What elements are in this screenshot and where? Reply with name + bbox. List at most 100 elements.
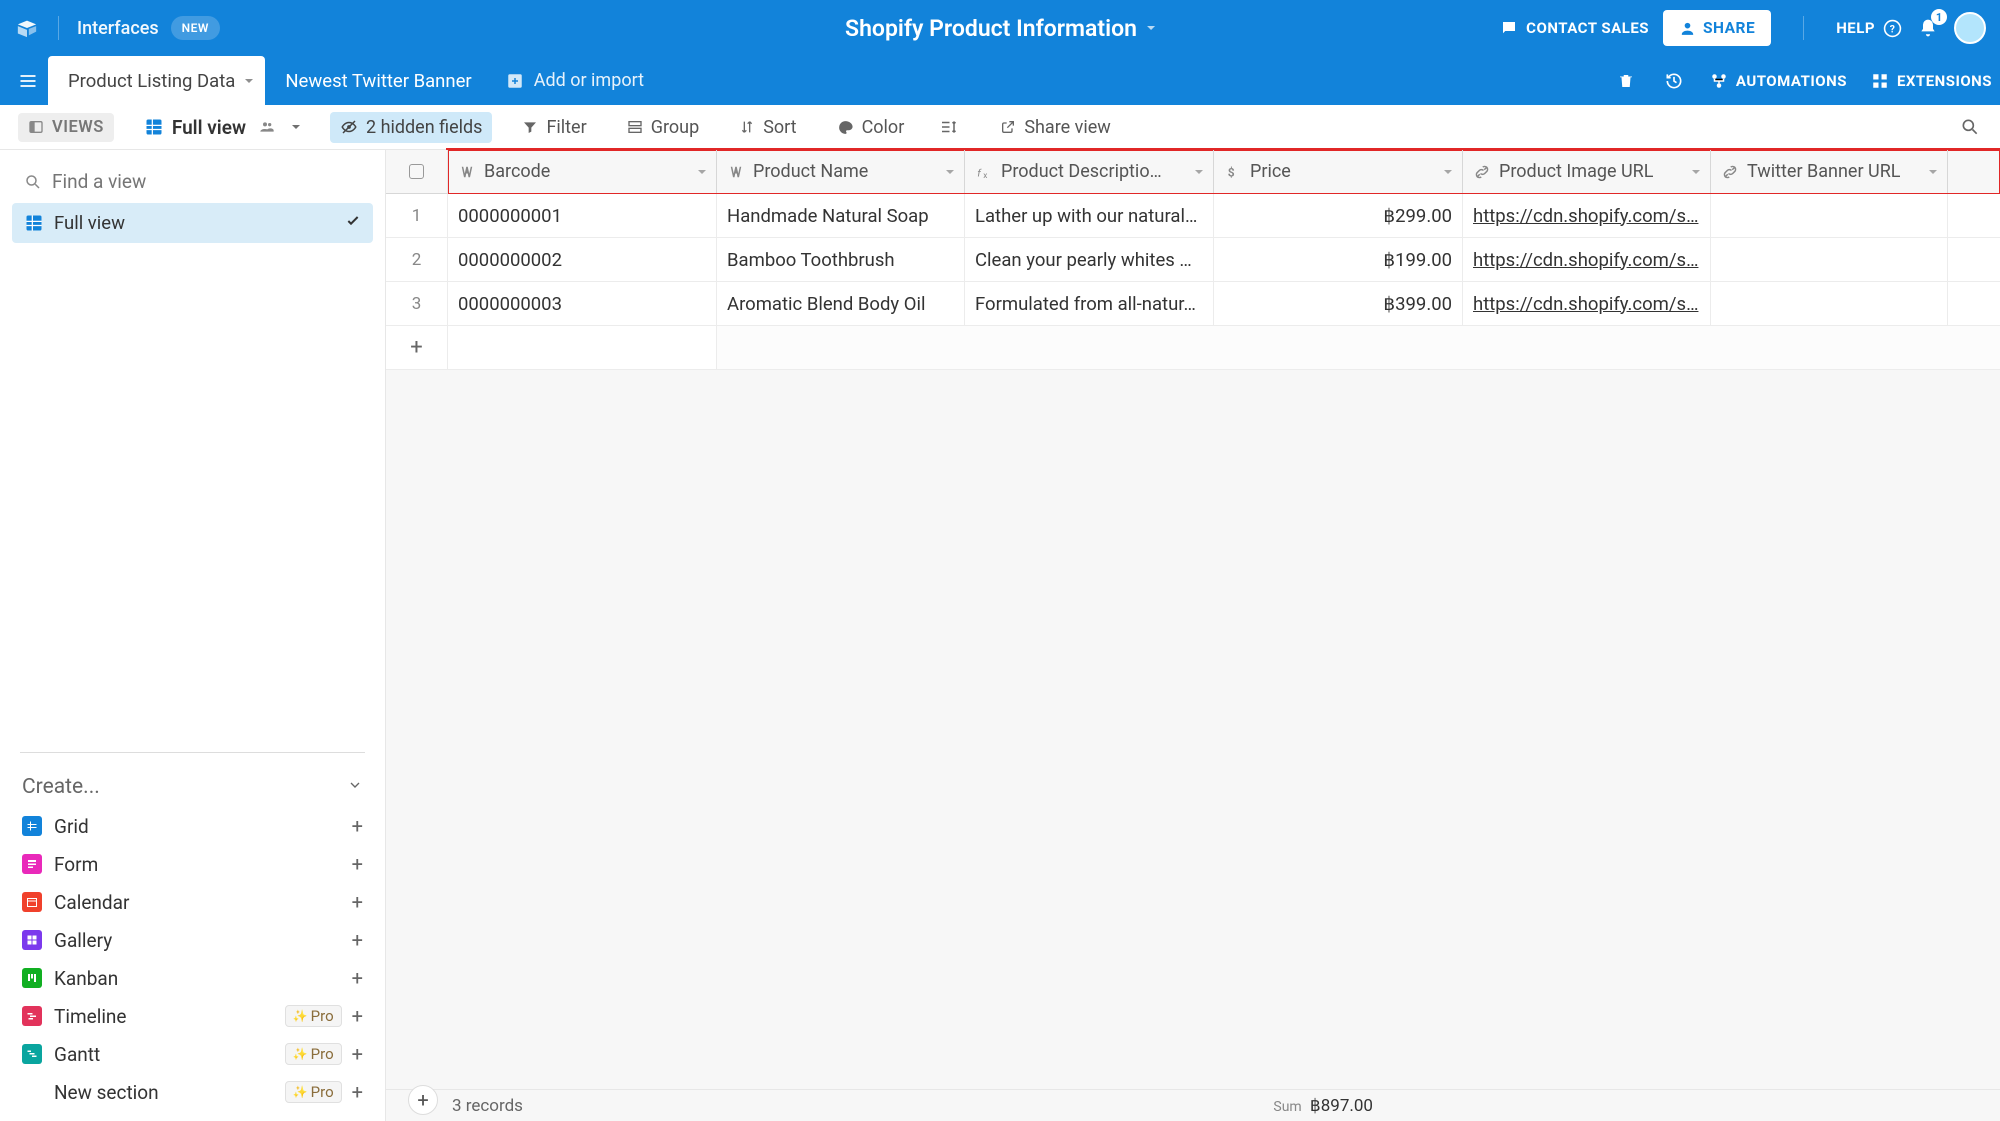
grid-header-row: Barcode Product Name fxProduct Descriptio…… (448, 150, 2000, 194)
filter-icon (522, 119, 538, 135)
trash-button[interactable] (1614, 69, 1638, 93)
column-header-c1[interactable]: Product Name (717, 150, 965, 193)
extensions-button[interactable]: EXTENSIONS (1871, 72, 1992, 90)
user-avatar[interactable] (1954, 12, 1986, 44)
sort-icon (739, 119, 755, 135)
trash-icon (1617, 72, 1635, 90)
cell-product-name[interactable]: Handmade Natural Soap (717, 194, 965, 237)
search-icon (1960, 117, 1980, 137)
sort-label: Sort (763, 117, 796, 138)
help-button[interactable]: HELP ? (1836, 19, 1902, 38)
contact-sales-button[interactable]: CONTACT SALES (1500, 19, 1649, 37)
cell-price[interactable]: ฿199.00 (1214, 238, 1463, 281)
cell-twitter-url[interactable] (1711, 238, 1948, 281)
column-header-c0[interactable]: Barcode (448, 150, 717, 193)
plus-icon: + (352, 852, 363, 876)
view-name: Full view (172, 116, 246, 139)
filter-label: Filter (546, 117, 586, 138)
svg-text:x: x (983, 171, 987, 181)
filter-button[interactable]: Filter (512, 112, 596, 143)
add-row[interactable]: + (386, 326, 2000, 370)
notification-count: 1 (1931, 9, 1947, 25)
tables-menu-button[interactable] (8, 61, 48, 101)
notifications-button[interactable]: 1 (1916, 16, 1940, 40)
cell-image-url[interactable]: https://cdn.shopify.com/s… (1463, 194, 1711, 237)
timeline-icon (22, 1006, 42, 1026)
create-gantt[interactable]: Gantt Pro + (12, 1035, 373, 1073)
view-item[interactable]: Full view (12, 203, 373, 243)
interfaces-link[interactable]: Interfaces (77, 18, 159, 39)
create-timeline[interactable]: Timeline Pro + (12, 997, 373, 1035)
tables-bar-right: AUTOMATIONS EXTENSIONS (1614, 69, 1992, 93)
create-grid[interactable]: Grid + (12, 807, 373, 845)
hidden-fields-button[interactable]: 2 hidden fields (330, 112, 492, 143)
cell-description[interactable]: Clean your pearly whites … (965, 238, 1214, 281)
cell-price[interactable]: ฿299.00 (1214, 194, 1463, 237)
cell-product-name[interactable]: Bamboo Toothbrush (717, 238, 965, 281)
add-record-button[interactable]: + (408, 1085, 438, 1115)
history-button[interactable] (1662, 69, 1686, 93)
table-row[interactable]: 10000000001Handmade Natural SoapLather u… (386, 194, 2000, 238)
row-number: 3 (386, 282, 448, 325)
top-right: CONTACT SALES SHARE HELP ? 1 (1500, 10, 1986, 46)
extensions-icon (1871, 72, 1889, 90)
table-row[interactable]: 20000000002Bamboo ToothbrushClean your p… (386, 238, 2000, 282)
chevron-down-icon (1929, 170, 1937, 174)
base-title-wrap[interactable]: Shopify Product Information (845, 15, 1155, 42)
help-label: HELP (1836, 19, 1875, 37)
cell-barcode[interactable]: 0000000003 (448, 282, 717, 325)
create-kanban[interactable]: Kanban + (12, 959, 373, 997)
chevron-down-icon (1692, 170, 1700, 174)
search-button[interactable] (1958, 115, 1982, 139)
create-gallery[interactable]: Gallery + (12, 921, 373, 959)
group-button[interactable]: Group (617, 112, 709, 143)
automations-button[interactable]: AUTOMATIONS (1710, 72, 1847, 90)
add-or-import-button[interactable]: Add or import (506, 70, 644, 91)
airtable-logo-icon[interactable] (14, 17, 40, 39)
share-view-button[interactable]: Share view (990, 112, 1121, 143)
cell-image-url[interactable]: https://cdn.shopify.com/s… (1463, 238, 1711, 281)
share-button[interactable]: SHARE (1663, 10, 1771, 46)
color-button[interactable]: Color (827, 112, 915, 143)
find-view-wrap[interactable] (12, 160, 373, 203)
views-label: VIEWS (52, 118, 104, 137)
select-all-cell[interactable] (386, 150, 448, 194)
column-header-c4[interactable]: Product Image URL (1463, 150, 1711, 193)
chevron-down-icon (347, 775, 363, 799)
create-label: Create... (22, 775, 100, 799)
view-item-label: Full view (54, 212, 125, 234)
table-tab-active[interactable]: Product Listing Data (48, 56, 265, 105)
cell-twitter-url[interactable] (1711, 194, 1948, 237)
cell-barcode[interactable]: 0000000002 (448, 238, 717, 281)
view-switcher[interactable]: Full view (134, 111, 310, 144)
table-tab[interactable]: Newest Twitter Banner (265, 56, 483, 105)
cell-price[interactable]: ฿399.00 (1214, 282, 1463, 325)
check-icon (345, 212, 361, 234)
create-item-label: Gallery (54, 929, 112, 952)
create-section-toggle[interactable]: Create... (12, 767, 373, 807)
new-badge: NEW (171, 16, 220, 40)
create-item-label: Timeline (54, 1005, 127, 1028)
cell-twitter-url[interactable] (1711, 282, 1948, 325)
find-view-input[interactable] (52, 170, 361, 193)
create-new-section[interactable]: New section Pro + (12, 1073, 373, 1111)
cell-image-url[interactable]: https://cdn.shopify.com/s… (1463, 282, 1711, 325)
sidebar-icon (28, 119, 44, 135)
cell-description[interactable]: Formulated from all-natur… (965, 282, 1214, 325)
divider (20, 752, 365, 753)
views-button[interactable]: VIEWS (18, 113, 114, 142)
cell-barcode[interactable]: 0000000001 (448, 194, 717, 237)
cell-description[interactable]: Lather up with our natural… (965, 194, 1214, 237)
column-header-c5[interactable]: Twitter Banner URL (1711, 150, 1948, 193)
create-form[interactable]: Form + (12, 845, 373, 883)
row-height-button[interactable] (934, 113, 970, 141)
column-header-c3[interactable]: $Price (1214, 150, 1463, 193)
sort-button[interactable]: Sort (729, 112, 806, 143)
create-calendar[interactable]: Calendar + (12, 883, 373, 921)
table-row[interactable]: 30000000003Aromatic Blend Body OilFormul… (386, 282, 2000, 326)
column-header-c2[interactable]: fxProduct Descriptio… (965, 150, 1214, 193)
field-type-icon (727, 163, 745, 181)
column-label: Product Name (753, 161, 868, 182)
group-label: Group (651, 117, 699, 138)
cell-product-name[interactable]: Aromatic Blend Body Oil (717, 282, 965, 325)
